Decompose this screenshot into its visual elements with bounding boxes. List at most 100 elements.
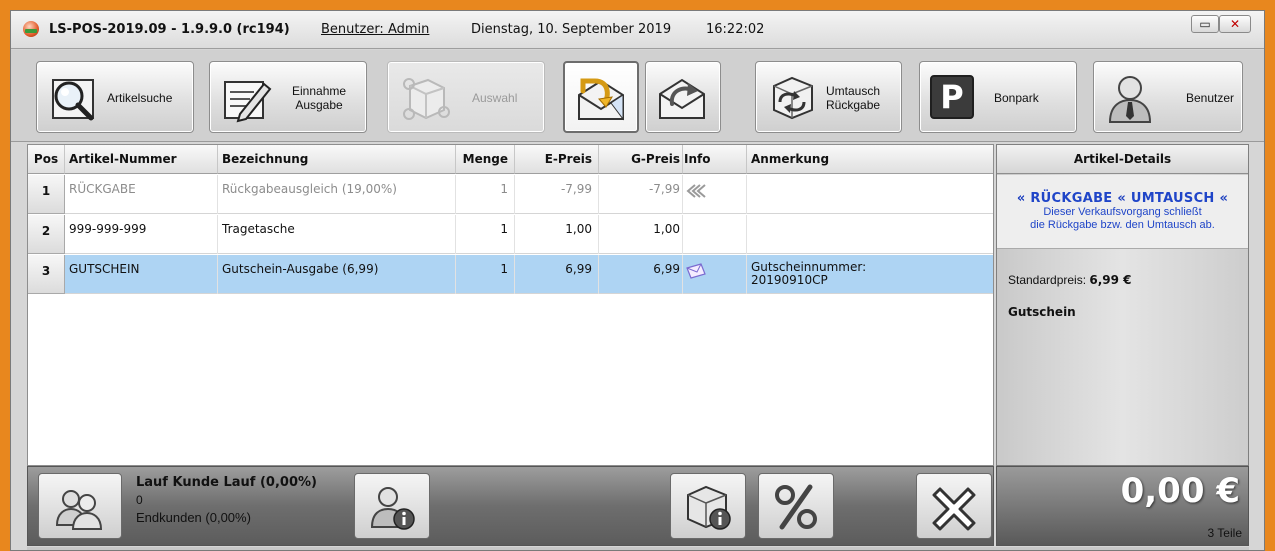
table-row[interactable]: 2 999-999-999 Tragetasche 1 1,00 1,00 <box>28 215 993 254</box>
date-label: Dienstag, 10. September 2019 <box>471 22 672 37</box>
voucher-envelope-icon <box>686 263 706 279</box>
row-unit-price: 1,00 <box>515 215 599 254</box>
main-toolbar: Artikelsuche Einnahme Ausgabe Auswahl Um… <box>11 50 1264 142</box>
discount-button[interactable] <box>758 473 834 539</box>
col-header-article-no[interactable]: Artikel-Nummer <box>65 145 218 174</box>
cancel-receipt-button[interactable] <box>916 473 992 539</box>
standard-price-value: 6,99 € <box>1089 273 1132 287</box>
app-logo-icon <box>23 21 39 37</box>
income-label: Einnahme <box>292 84 347 98</box>
standard-price-label: Standardpreis: <box>1008 273 1087 287</box>
receive-voucher-button[interactable] <box>563 61 639 133</box>
col-header-total-price[interactable]: G-Preis <box>599 145 683 174</box>
row-note <box>747 175 993 214</box>
row-total-price: -7,99 <box>599 175 683 214</box>
row-total-price: 1,00 <box>599 215 683 254</box>
row-unit-price: -7,99 <box>515 175 599 214</box>
exchange-return-button[interactable]: Umtausch Rückgabe <box>755 61 902 133</box>
return-exchange-line: « RÜCKGABE « UMTAUSCH « <box>997 191 1248 206</box>
article-search-button[interactable]: Artikelsuche <box>36 61 194 133</box>
selection-button[interactable]: Auswahl <box>387 61 545 133</box>
row-article-no: RÜCKGABE <box>65 175 218 214</box>
chevron-left-icon: « <box>1117 191 1127 206</box>
exchange-return-icon <box>773 76 813 120</box>
row-qty: 1 <box>456 175 515 214</box>
time-label: 16:22:02 <box>706 22 765 37</box>
row-note <box>747 215 993 254</box>
user-button[interactable]: Benutzer <box>1093 61 1243 133</box>
customer-info: Lauf Kunde Lauf (0,00%) 0 Endkunden (0,0… <box>136 475 317 525</box>
col-header-note[interactable]: Anmerkung <box>747 145 993 174</box>
cube-selection-icon <box>403 78 450 120</box>
table-row-selected[interactable]: 3 GUTSCHEIN Gutschein-Ausgabe (6,99) 1 6… <box>28 255 993 294</box>
col-header-qty[interactable]: Menge <box>456 145 515 174</box>
row-info <box>683 255 747 294</box>
receipt-park-button[interactable]: P Bonpark <box>919 61 1077 133</box>
standard-price: Standardpreis: 6,99 € <box>1008 273 1132 287</box>
expense-label: Ausgabe <box>295 98 343 112</box>
article-details-header: Artikel-Details <box>997 145 1248 174</box>
total-amount: 0,00 € <box>1120 471 1240 511</box>
article-details-panel: Artikel-Details « RÜCKGABE « UMTAUSCH « … <box>996 144 1249 466</box>
user-link[interactable]: Benutzer: Admin <box>321 22 429 37</box>
envelope-out-icon <box>659 78 705 119</box>
exchange-return-label: Umtausch Rückgabe <box>826 84 880 112</box>
pos-window: LS-POS-2019.09 - 1.9.9.0 (rc194) Benutze… <box>10 10 1265 551</box>
close-button[interactable]: ✕ <box>1219 15 1251 33</box>
app-title: LS-POS-2019.09 - 1.9.9.0 (rc194) <box>49 22 290 37</box>
selection-label: Auswahl <box>472 91 518 105</box>
customer-number: 0 <box>136 493 143 507</box>
items-count: 3 Teile <box>1207 526 1242 540</box>
col-header-unit-price[interactable]: E-Preis <box>515 145 599 174</box>
send-voucher-button[interactable] <box>645 61 721 133</box>
parking-icon: P <box>930 75 974 119</box>
row-pos: 3 <box>28 255 65 294</box>
minimize-button[interactable]: ▭ <box>1191 15 1219 33</box>
row-info <box>683 215 747 254</box>
status-strip <box>27 547 1249 550</box>
title-bar: LS-POS-2019.09 - 1.9.9.0 (rc194) Benutze… <box>11 11 1264 49</box>
row-pos: 2 <box>28 215 65 254</box>
customer-type: Endkunden (0,00%) <box>136 510 251 525</box>
notepad-pencil-icon <box>224 81 272 123</box>
col-header-description[interactable]: Bezeichnung <box>218 145 456 174</box>
select-customer-button[interactable] <box>38 473 122 539</box>
user-label: Benutzer <box>1186 91 1235 105</box>
chevron-left-icon: « <box>1016 191 1026 206</box>
user-icon <box>1108 76 1152 123</box>
row-article-no: GUTSCHEIN <box>65 255 218 294</box>
article-info-button[interactable] <box>670 473 746 539</box>
row-qty: 1 <box>456 255 515 294</box>
customer-info-icon <box>370 487 415 530</box>
parking-icon-letter: P <box>940 78 964 116</box>
income-expense-button[interactable]: Einnahme Ausgabe <box>209 61 367 133</box>
row-unit-price: 6,99 <box>515 255 599 294</box>
return-text: RÜCKGABE <box>1030 191 1113 206</box>
customer-name: Lauf Kunde Lauf (0,00%) <box>136 475 317 490</box>
row-note: Gutscheinnummer: 20190910CP <box>747 255 993 294</box>
magnifier-icon <box>52 79 94 121</box>
row-note-line1: Gutscheinnummer: <box>751 260 867 274</box>
row-article-no: 999-999-999 <box>65 215 218 254</box>
row-description: Gutschein-Ausgabe (6,99) <box>218 255 456 294</box>
exchange-text: UMTAUSCH <box>1130 191 1215 206</box>
banner-note-line1: Dieser Verkaufsvorgang schließt <box>1043 206 1202 218</box>
customer-bar: Lauf Kunde Lauf (0,00%) 0 Endkunden (0,0… <box>27 466 994 546</box>
table-row[interactable]: 1 RÜCKGABE Rückgabeausgleich (19,00%) 1 … <box>28 175 993 214</box>
chevron-left-icon: « <box>1219 191 1229 206</box>
row-description: Rückgabeausgleich (19,00%) <box>218 175 456 214</box>
total-panel: 0,00 € 3 Teile <box>996 466 1249 546</box>
customers-icon <box>55 490 103 530</box>
article-search-label: Artikelsuche <box>107 91 173 105</box>
return-label: Rückgabe <box>826 98 881 112</box>
row-info <box>683 175 747 214</box>
percent-icon <box>775 484 817 530</box>
close-x-icon <box>932 487 976 531</box>
return-exchange-banner: « RÜCKGABE « UMTAUSCH « Dieser Verkaufsv… <box>997 175 1248 249</box>
receipt-park-label: Bonpark <box>994 91 1039 105</box>
customer-info-button[interactable] <box>354 473 430 539</box>
col-header-pos[interactable]: Pos <box>28 145 65 174</box>
col-header-info[interactable]: Info <box>683 145 747 174</box>
items-table: Pos Artikel-Nummer Bezeichnung Menge E-P… <box>27 144 994 466</box>
banner-note-line2: die Rückgabe bzw. den Umtausch ab. <box>1030 219 1215 231</box>
